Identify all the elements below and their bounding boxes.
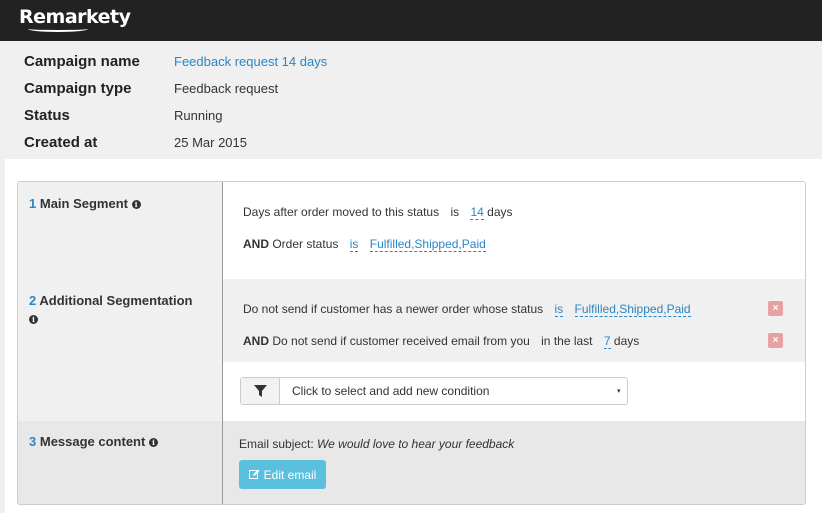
- campaign-name-label: Campaign name: [24, 52, 140, 70]
- edit-email-label: Edit email: [263, 467, 317, 482]
- add-condition-body: Click to select and add new condition ▾: [223, 362, 805, 421]
- section-number: 1: [29, 196, 37, 211]
- section-number: 3: [29, 434, 37, 449]
- logo[interactable]: Remarkety: [19, 6, 131, 28]
- condition-line: Do not send if customer has a newer orde…: [243, 302, 691, 317]
- condition-value[interactable]: 7: [603, 334, 611, 349]
- campaign-type-value: Feedback request: [174, 80, 279, 96]
- condition-operator: is: [450, 205, 460, 219]
- campaign-info: Campaign name Feedback request 14 days C…: [0, 41, 822, 159]
- campaign-type-row: Campaign type Feedback request: [24, 75, 278, 101]
- section-title: Message content: [39, 434, 146, 449]
- campaign-name-value[interactable]: Feedback request 14 days: [174, 54, 327, 69]
- top-bar: Remarkety: [0, 0, 822, 41]
- info-icon[interactable]: i: [29, 315, 38, 324]
- status-row: Status Running: [24, 102, 222, 128]
- section-number: 2: [29, 293, 37, 308]
- email-subject-line: Email subject: We would love to hear you…: [239, 437, 514, 451]
- condition-text: Do not send if customer has a newer orde…: [243, 302, 544, 316]
- logo-swoosh: [28, 26, 88, 32]
- status-value: Running: [174, 107, 223, 123]
- message-content-body: Email subject: We would love to hear you…: [223, 421, 805, 504]
- message-content-label: 3 Message content i: [18, 421, 223, 504]
- condition-unit: days: [613, 334, 640, 348]
- remove-icon[interactable]: ×: [768, 333, 783, 348]
- condition-value[interactable]: 14: [470, 205, 484, 220]
- condition-conjunction: AND: [243, 237, 269, 251]
- message-content-row: 3 Message content i Email subject: We wo…: [18, 421, 805, 504]
- created-at-row: Created at 25 Mar 2015: [24, 129, 247, 155]
- email-subject-label: Email subject:: [239, 437, 314, 451]
- main-segment-label: 1 Main Segment i: [18, 182, 223, 279]
- campaign-type-label: Campaign type: [24, 79, 132, 97]
- section-title: Additional Segmentation: [39, 293, 193, 308]
- condition-operator: in the last: [541, 334, 593, 348]
- condition-text: Order status: [272, 237, 339, 251]
- remove-icon[interactable]: ×: [768, 301, 783, 316]
- caret-icon: ▾: [617, 388, 621, 395]
- condition-text: Days after order moved to this status: [243, 205, 440, 219]
- created-at-value: 25 Mar 2015: [174, 134, 247, 150]
- condition-line: AND Do not send if customer received ema…: [243, 334, 640, 349]
- email-subject-value: We would love to hear your feedback: [317, 437, 515, 451]
- campaign-rules-card: 1 Main Segment i Days after order moved …: [17, 181, 806, 505]
- main-segment-body: Days after order moved to this status is…: [223, 182, 805, 279]
- condition-line: AND Order status is Fulfilled,Shipped,Pa…: [243, 237, 486, 252]
- condition-operator[interactable]: is: [554, 302, 564, 317]
- info-icon[interactable]: i: [131, 200, 141, 209]
- add-condition-placeholder: Click to select and add new condition: [292, 384, 490, 398]
- condition-operator[interactable]: is: [349, 237, 359, 252]
- condition-value[interactable]: Fulfilled,Shipped,Paid: [574, 302, 691, 317]
- add-condition-select[interactable]: Click to select and add new condition ▾: [240, 377, 628, 405]
- status-label: Status: [24, 106, 70, 124]
- filter-icon: [241, 378, 280, 404]
- condition-unit: days: [487, 205, 513, 219]
- edit-email-button[interactable]: Edit email: [239, 460, 326, 489]
- info-icon[interactable]: i: [148, 438, 158, 447]
- condition-value[interactable]: Fulfilled,Shipped,Paid: [369, 237, 486, 252]
- condition-line: Days after order moved to this status is…: [243, 205, 513, 220]
- main-segment-row: 1 Main Segment i Days after order moved …: [18, 182, 805, 279]
- condition-text: Do not send if customer received email f…: [272, 334, 530, 348]
- campaign-name-row: Campaign name Feedback request 14 days: [24, 48, 327, 74]
- add-condition-area: Click to select and add new condition ▾: [18, 362, 805, 421]
- edit-icon: [248, 469, 260, 479]
- condition-conjunction: AND: [243, 334, 269, 348]
- created-at-label: Created at: [24, 133, 98, 151]
- section-title: Main Segment: [39, 196, 128, 211]
